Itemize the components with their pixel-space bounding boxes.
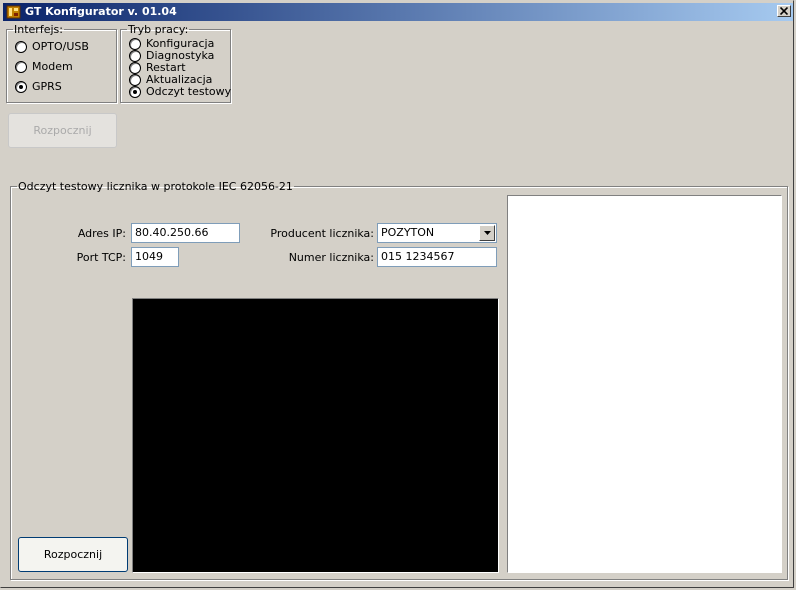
radio-label: Odczyt testowy <box>146 85 232 98</box>
radio-button[interactable] <box>129 86 141 98</box>
radio-button[interactable] <box>129 38 141 50</box>
log-panel[interactable] <box>507 195 782 573</box>
port-input[interactable]: 1049 <box>131 247 179 267</box>
radio-label: Modem <box>32 60 73 73</box>
start-read-button[interactable]: Rozpocznij <box>18 537 128 572</box>
app-window: GT Konfigurator v. 01.04 Interfejs: OPTO… <box>0 0 794 588</box>
chevron-down-icon <box>484 231 491 235</box>
radio-button[interactable] <box>129 62 141 74</box>
radio-button[interactable] <box>15 41 27 53</box>
terminal-output[interactable] <box>132 298 499 573</box>
mode-group-legend: Tryb pracy: <box>128 23 189 36</box>
close-icon <box>780 7 788 15</box>
radio-button[interactable] <box>15 81 27 93</box>
ip-input[interactable]: 80.40.250.66 <box>131 223 240 243</box>
dropdown-button[interactable] <box>479 225 495 241</box>
producer-select[interactable]: POZYTON <box>377 223 497 243</box>
ip-label: Adres IP: <box>77 227 126 240</box>
producer-selected-value: POZYTON <box>381 226 435 239</box>
top-start-button[interactable]: Rozpocznij <box>8 113 117 148</box>
test-read-group-legend: Odczyt testowy licznika w protokole IEC … <box>18 180 293 193</box>
radio-label: GPRS <box>32 80 62 93</box>
close-button[interactable] <box>777 5 791 17</box>
app-icon <box>6 4 22 20</box>
radio-label: OPTO/USB <box>32 40 89 53</box>
title-bar[interactable]: GT Konfigurator v. 01.04 <box>3 3 793 21</box>
port-label: Port TCP: <box>76 251 126 264</box>
meter-number-input[interactable]: 015 1234567 <box>377 247 497 267</box>
meter-number-label: Numer licznika: <box>288 251 374 264</box>
producer-label: Producent licznika: <box>270 227 374 240</box>
radio-button[interactable] <box>15 61 27 73</box>
interface-group-legend: Interfejs: <box>14 23 63 36</box>
radio-button[interactable] <box>129 74 141 86</box>
window-title: GT Konfigurator v. 01.04 <box>25 5 177 18</box>
radio-button[interactable] <box>129 50 141 62</box>
